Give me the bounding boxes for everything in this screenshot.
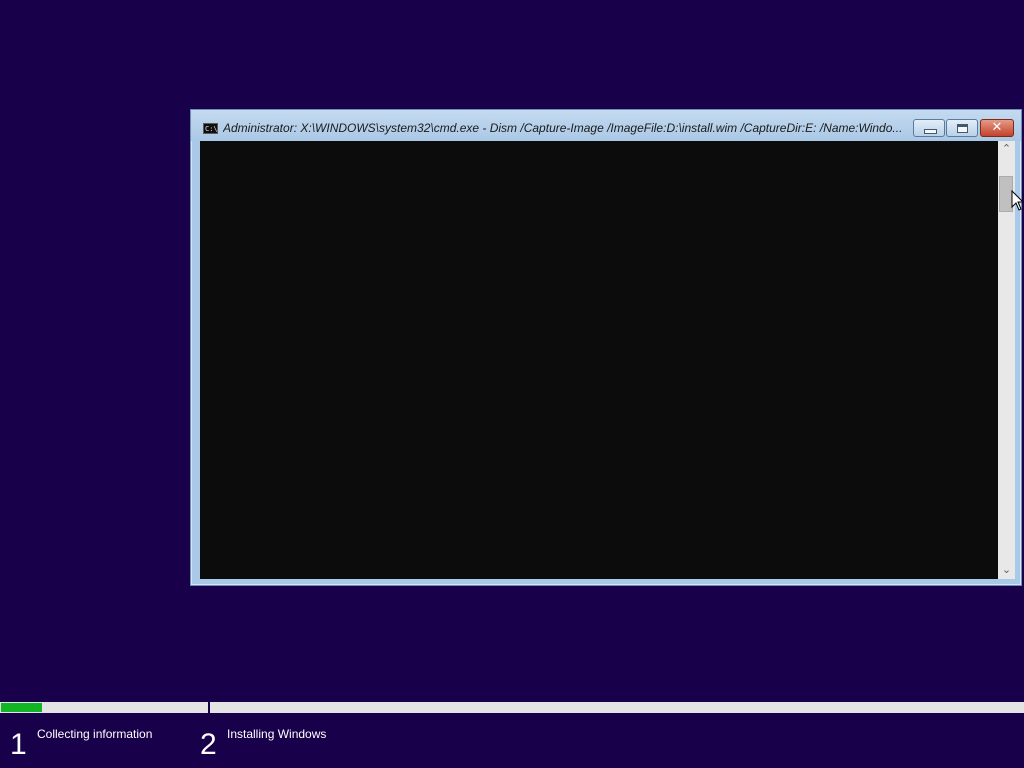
progress-step-collecting — [0, 702, 208, 713]
minimize-icon — [924, 129, 937, 134]
close-icon: ✕ — [991, 120, 1003, 135]
maximize-icon — [957, 124, 968, 133]
step-number: 1 — [10, 728, 27, 761]
cmd-window[interactable]: C:\ Administrator: X:\WINDOWS\system32\c… — [190, 109, 1022, 586]
scroll-up-icon[interactable]: ⌃ — [998, 141, 1015, 158]
cmd-icon[interactable]: C:\ — [203, 123, 218, 134]
step-label: Collecting information — [37, 727, 153, 741]
console-output[interactable] — [200, 141, 998, 579]
minimize-button[interactable] — [913, 119, 945, 137]
window-title: Administrator: X:\WINDOWS\system32\cmd.e… — [223, 121, 903, 135]
close-button[interactable]: ✕ — [980, 119, 1014, 137]
maximize-button[interactable] — [946, 119, 978, 137]
step-number: 2 — [200, 728, 217, 761]
scroll-down-icon[interactable]: ⌄ — [998, 562, 1015, 579]
progress-divider — [208, 702, 210, 713]
mouse-pointer-icon — [1011, 190, 1024, 211]
title-bar[interactable]: C:\ Administrator: X:\WINDOWS\system32\c… — [191, 110, 1021, 141]
step-label: Installing Windows — [227, 727, 327, 741]
progress-fill — [1, 703, 42, 712]
